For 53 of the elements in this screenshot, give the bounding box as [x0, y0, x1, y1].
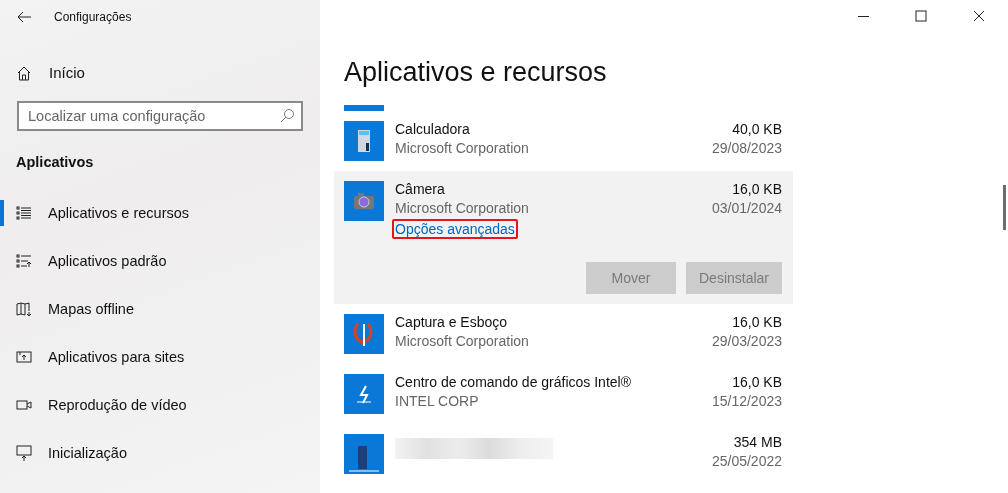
install-date: 03/01/2024	[711, 200, 782, 216]
app-icon	[344, 314, 384, 354]
app-name: Câmera	[395, 181, 446, 197]
app-row[interactable]: 354 MB 25/05/2022	[334, 424, 793, 484]
app-icon	[344, 374, 384, 414]
maximize-icon	[913, 8, 929, 24]
app-publisher: Microsoft Corporation	[395, 200, 530, 216]
sidebar-item[interactable]: Reprodução de vídeo	[0, 381, 320, 429]
sidebar-item[interactable]: Aplicativos padrão	[0, 237, 320, 285]
home-icon	[16, 64, 32, 81]
minimize-icon	[857, 15, 869, 17]
page-title: Aplicativos e recursos	[344, 57, 607, 89]
install-date: 29/08/2023	[711, 140, 782, 156]
window-upload-icon	[16, 349, 32, 365]
home-nav-item[interactable]: Início	[16, 64, 85, 81]
app-size: 16,0 KB	[732, 314, 782, 330]
install-date: 15/12/2023	[711, 393, 782, 409]
advanced-options-link[interactable]: Opções avançadas	[392, 219, 518, 239]
list-icon	[16, 253, 32, 269]
app-size: 16,0 KB	[732, 181, 782, 197]
search-field[interactable]: Localizar uma configuração	[17, 101, 303, 131]
sidebar-item[interactable]: Aplicativos para sites	[0, 333, 320, 381]
app-icon	[344, 121, 384, 161]
app-publisher: Microsoft Corporation	[395, 333, 530, 349]
app-name: Calculadora	[395, 121, 471, 137]
section-heading: Aplicativos	[16, 154, 95, 170]
app-name: Centro de comando de gráficos Intel®	[395, 374, 632, 390]
monitor-upload-icon	[16, 445, 32, 461]
app-publisher: Microsoft Corporation	[395, 140, 530, 156]
sidebar-item[interactable]: Aplicativos e recursos	[0, 189, 320, 237]
close-icon	[971, 8, 987, 24]
window-title: Configurações	[54, 10, 132, 24]
app-row[interactable]: Centro de comando de gráficos Intel® INTEL CORP 16,0 KB 15/12/2023	[334, 364, 793, 424]
scrollbar[interactable]	[1003, 185, 1006, 230]
app-row[interactable]: Calculadora Microsoft Corporation 40,0 KB 29/08/2023	[334, 111, 793, 171]
app-icon	[344, 181, 384, 221]
app-size: 40,0 KB	[732, 121, 782, 137]
back-arrow-icon	[16, 9, 32, 25]
video-camera-icon	[16, 397, 32, 413]
sidebar-item[interactable]: Inicialização	[0, 429, 320, 477]
install-date: 29/03/2023	[711, 333, 782, 349]
app-icon	[344, 434, 384, 474]
install-date: 25/05/2022	[711, 453, 782, 469]
app-size: 16,0 KB	[732, 374, 782, 390]
app-publisher: INTEL CORP	[395, 393, 480, 409]
app-row[interactable]: Captura e Esboço Microsoft Corporation 16,0 KB 29/03/2023	[334, 304, 793, 364]
back-button[interactable]	[16, 9, 32, 25]
search-icon	[279, 108, 295, 124]
map-icon	[16, 301, 32, 317]
list-icon	[16, 205, 32, 221]
app-size: 354 MB	[733, 434, 782, 450]
sidebar-item[interactable]: Mapas offline	[0, 285, 320, 333]
app-name: Captura e Esboço	[395, 314, 509, 330]
